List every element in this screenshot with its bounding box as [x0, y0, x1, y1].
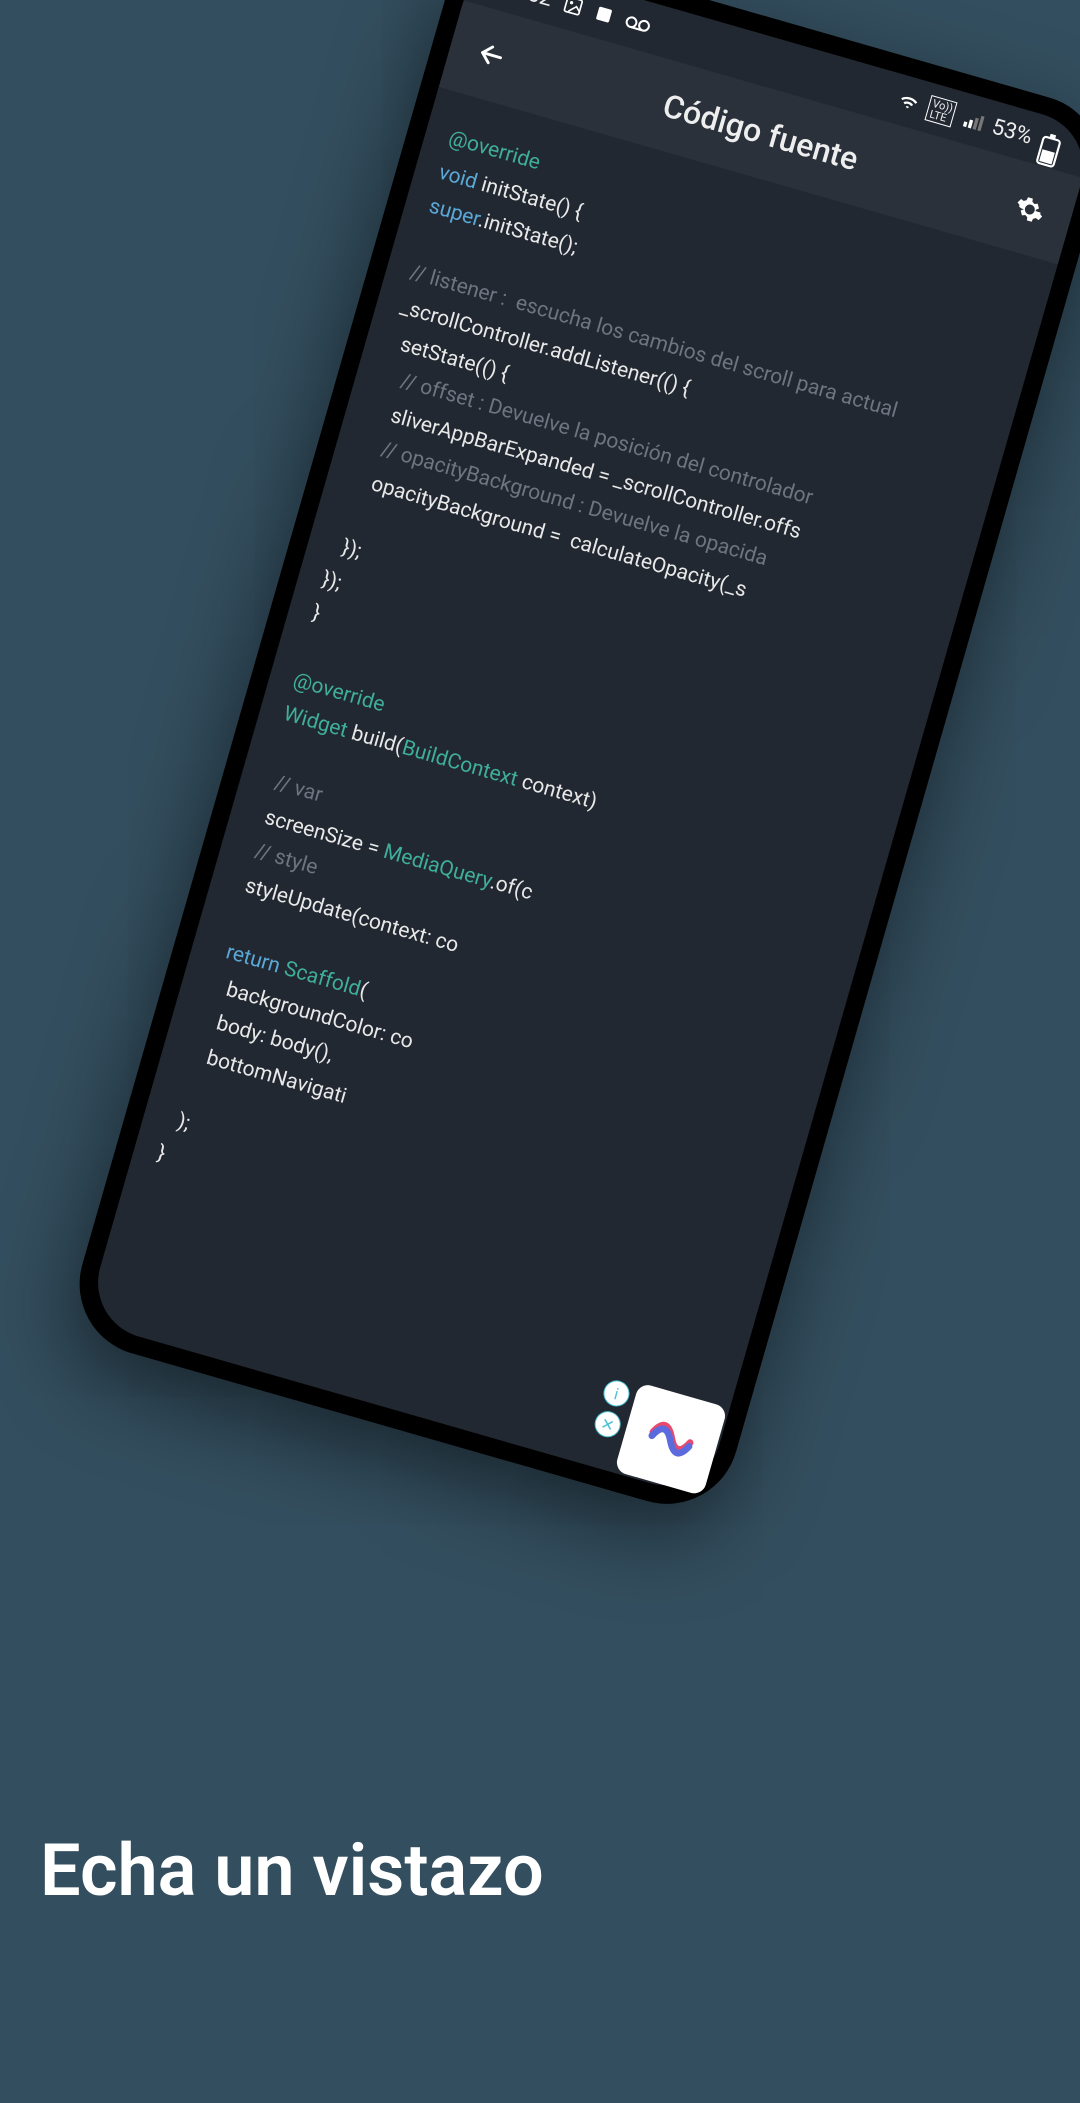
phone-mockup: 21:52 Vo))LTE [63, 0, 1080, 1521]
code-token: styleUpdate(context: co [232, 871, 461, 958]
code-token: return [213, 938, 288, 981]
signal-icon [961, 108, 986, 133]
code-token: super [426, 195, 482, 232]
back-button[interactable] [464, 28, 518, 82]
volte-icon: Vo))LTE [925, 95, 958, 127]
battery-icon [1039, 130, 1064, 155]
app-icon [592, 2, 617, 27]
promo-caption: Echa un vistazo [40, 1828, 544, 1913]
arrow-left-icon [474, 38, 509, 73]
source-code-view[interactable]: @override void initState() { super.initS… [85, 87, 1058, 1499]
gear-icon [1011, 191, 1048, 228]
ad-logo-icon [635, 1401, 708, 1477]
code-token: context) [514, 769, 605, 816]
wifi-icon [897, 90, 922, 115]
code-token: void [436, 160, 485, 195]
image-icon [561, 0, 586, 18]
battery-percent: 53% [989, 114, 1035, 149]
code-token: }); [329, 533, 364, 564]
code-token: MediaQuery [381, 840, 494, 894]
code-token: build( [349, 721, 406, 759]
code-token: BuildContext [399, 736, 520, 792]
code-token: Widget [281, 702, 355, 745]
settings-button[interactable] [1003, 182, 1057, 236]
code-token: } [310, 601, 323, 626]
code-token: ); [165, 1107, 193, 1136]
voicemail-icon [622, 11, 653, 37]
phone-frame: 21:52 Vo))LTE [63, 0, 1080, 1521]
code-token: }); [319, 567, 344, 595]
code-comment: // style [242, 837, 320, 881]
status-time: 21:52 [496, 0, 556, 12]
phone-screen: 21:52 Vo))LTE [85, 0, 1080, 1499]
code-token: .of(c [487, 870, 535, 905]
code-comment: // var [262, 769, 326, 808]
code-token: } [155, 1141, 168, 1166]
